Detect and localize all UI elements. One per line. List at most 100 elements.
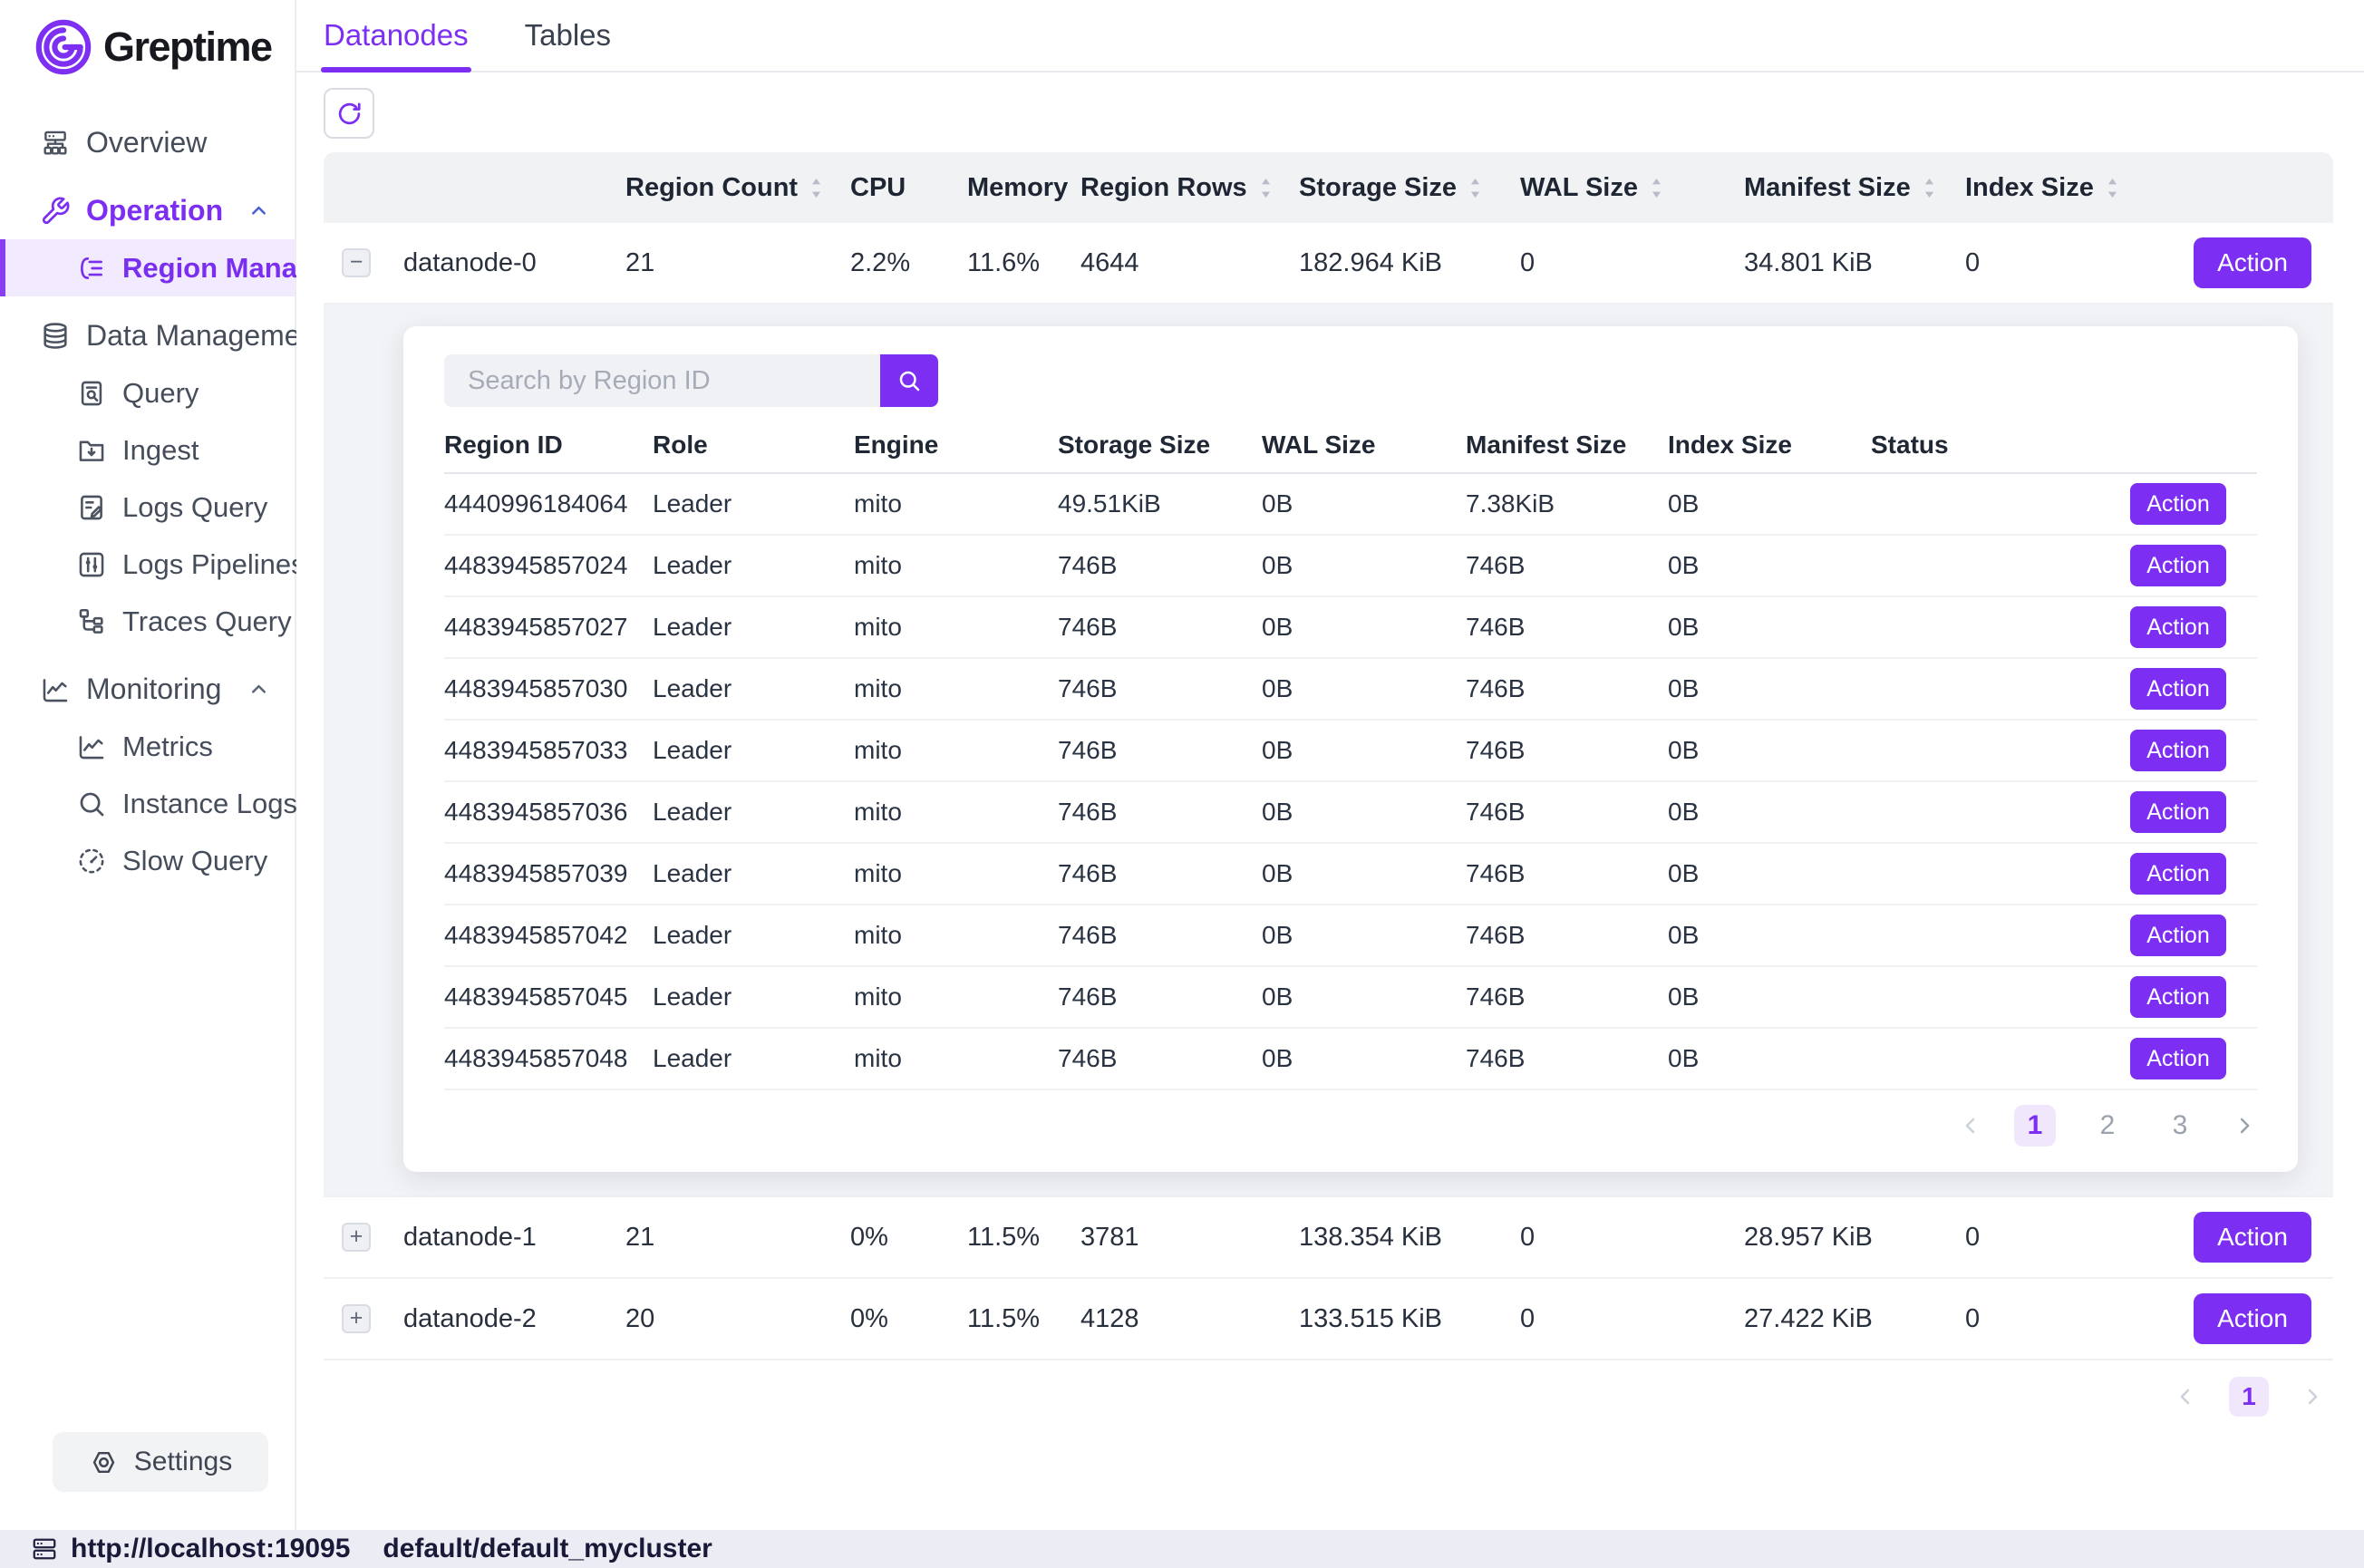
sidebar-item-label: Logs Pipelines <box>122 548 305 581</box>
region-row-4483945857036: 4483945857036Leadermito746B0B746B0BActio… <box>444 782 2257 844</box>
sidebar-item-region-management[interactable]: Region Management <box>0 239 295 296</box>
sidebar-item-ingest[interactable]: Ingest <box>0 421 295 479</box>
region-action-button[interactable]: Action <box>2130 1038 2226 1079</box>
sidebar-item-overview[interactable]: Overview <box>0 114 295 171</box>
toolbar <box>296 73 2364 152</box>
sidebar-item-metrics[interactable]: Metrics <box>0 718 295 775</box>
column-header-manifest-size[interactable]: Manifest Size <box>1744 173 1965 203</box>
chevron-right-icon[interactable] <box>2232 1113 2257 1138</box>
tabbar: Datanodes Tables <box>296 0 2364 73</box>
page-button-2[interactable]: 2 <box>2087 1105 2128 1147</box>
region-table-body: 4440996184064Leadermito49.51KiB0B7.38KiB… <box>444 474 2257 1090</box>
sort-icon[interactable] <box>1468 176 1482 200</box>
chevron-right-icon[interactable] <box>2300 1384 2325 1409</box>
sidebar-item-label: Monitoring <box>86 673 221 706</box>
action-button[interactable]: Action <box>2194 237 2311 288</box>
sidebar-item-monitoring[interactable]: Monitoring <box>0 661 295 718</box>
region-id-value: 4483945857036 <box>444 798 653 827</box>
wal-size-value: 0B <box>1262 859 1466 888</box>
column-header-wal-size[interactable]: WAL Size <box>1520 173 1744 203</box>
settings-button[interactable]: Settings <box>53 1432 268 1492</box>
region-action-button[interactable]: Action <box>2130 791 2226 833</box>
sidebar-item-operation[interactable]: Operation <box>0 182 295 239</box>
region-search <box>444 354 938 407</box>
role-value: Leader <box>653 1044 854 1073</box>
sidebar: Greptime OverviewOperationRegion Managem… <box>0 0 296 1530</box>
manifest-size-value: 746B <box>1466 1044 1668 1073</box>
region-action-button[interactable]: Action <box>2130 915 2226 956</box>
cpu-value: 2.2% <box>850 248 967 278</box>
column-header-region-count[interactable]: Region Count <box>625 173 850 203</box>
region-id-value: 4483945857024 <box>444 551 653 580</box>
index-size-value: 0B <box>1668 1044 1871 1073</box>
region-action-button[interactable]: Action <box>2130 853 2226 895</box>
region-id-value: 4483945857033 <box>444 736 653 765</box>
sidebar-item-query[interactable]: Query <box>0 364 295 421</box>
index-size-value: 0 <box>1965 248 2074 278</box>
datanodes-table-header: Region CountCPUMemoryRegion RowsStorage … <box>324 152 2333 223</box>
action-button[interactable]: Action <box>2194 1293 2311 1344</box>
sort-icon[interactable] <box>1259 176 1273 200</box>
expand-row-button[interactable]: + <box>342 1223 371 1252</box>
memory-value: 11.6% <box>967 248 1080 278</box>
region-column-header-storage-size: Storage Size <box>1058 431 1262 460</box>
storage-size-value: 182.964 KiB <box>1299 248 1520 278</box>
region-search-button[interactable] <box>880 354 938 407</box>
region-action-button[interactable]: Action <box>2130 545 2226 586</box>
engine-value: mito <box>854 489 1058 518</box>
chevron-left-icon[interactable] <box>1958 1113 1983 1138</box>
sidebar-item-data-management[interactable]: Data Management <box>0 307 295 364</box>
region-action-button[interactable]: Action <box>2130 730 2226 771</box>
region-action-button[interactable]: Action <box>2130 483 2226 525</box>
sidebar-item-instance-logs[interactable]: Instance Logs <box>0 775 295 832</box>
column-header-region-rows[interactable]: Region Rows <box>1080 173 1299 203</box>
region-action-button[interactable]: Action <box>2130 976 2226 1018</box>
collapse-row-button[interactable]: − <box>342 248 371 277</box>
wal-size-value: 0 <box>1520 1223 1744 1253</box>
manifest-size-value: 746B <box>1466 859 1668 888</box>
refresh-button[interactable] <box>324 88 374 139</box>
endpoint-url: http://localhost:19095 <box>71 1534 350 1564</box>
sort-icon[interactable] <box>1923 176 1936 200</box>
region-row-4483945857033: 4483945857033Leadermito746B0B746B0BActio… <box>444 721 2257 782</box>
expand-row-button[interactable]: + <box>342 1304 371 1333</box>
column-header-storage-size[interactable]: Storage Size <box>1299 173 1520 203</box>
storage-size-value: 746B <box>1058 982 1262 1011</box>
page-button-1[interactable]: 1 <box>2014 1105 2056 1147</box>
page-button-1[interactable]: 1 <box>2229 1377 2269 1417</box>
main-content: Datanodes Tables Region CountCPUMemoryRe… <box>296 0 2364 1530</box>
chevron-left-icon[interactable] <box>2173 1384 2198 1409</box>
tab-datanodes[interactable]: Datanodes <box>324 0 469 71</box>
region-action-button[interactable]: Action <box>2130 606 2226 648</box>
region-search-input[interactable] <box>444 354 880 407</box>
region-column-header-region-id: Region ID <box>444 431 653 460</box>
wal-size-value: 0B <box>1262 921 1466 950</box>
engine-value: mito <box>854 613 1058 642</box>
action-button[interactable]: Action <box>2194 1212 2311 1263</box>
region-column-header-manifest-size: Manifest Size <box>1466 431 1668 460</box>
sort-icon[interactable] <box>2106 176 2119 200</box>
storage-size-value: 133.515 KiB <box>1299 1304 1520 1334</box>
sidebar-item-label: Metrics <box>122 731 213 763</box>
sidebar-item-traces-query[interactable]: Traces Query <box>0 593 295 650</box>
region-card: Region IDRoleEngineStorage SizeWAL SizeM… <box>403 326 2298 1172</box>
sidebar-item-slow-query[interactable]: Slow Query <box>0 832 295 889</box>
page-button-3[interactable]: 3 <box>2159 1105 2201 1147</box>
sort-icon[interactable] <box>1650 176 1663 200</box>
storage-size-value: 746B <box>1058 859 1262 888</box>
region-rows-value: 4128 <box>1080 1304 1299 1334</box>
region-pagination: 123 <box>444 1090 2257 1154</box>
sidebar-nav: Overview OperationRegion Management Data M… <box>0 114 295 889</box>
manifest-size-value: 7.38KiB <box>1466 489 1668 518</box>
slow-query-icon <box>76 846 107 876</box>
region-column-header-role: Role <box>653 431 854 460</box>
datanode-row-datanode-2: +datanode-2200%11.5%4128133.515 KiB027.4… <box>324 1279 2333 1360</box>
region-action-button[interactable]: Action <box>2130 668 2226 710</box>
wal-size-value: 0B <box>1262 982 1466 1011</box>
memory-value: 11.5% <box>967 1304 1080 1334</box>
tab-tables[interactable]: Tables <box>525 0 611 71</box>
sidebar-item-logs-query[interactable]: Logs Query <box>0 479 295 536</box>
sidebar-item-logs-pipelines[interactable]: Logs Pipelines <box>0 536 295 593</box>
column-header-index-size[interactable]: Index Size <box>1965 173 2074 203</box>
sort-icon[interactable] <box>809 176 823 200</box>
